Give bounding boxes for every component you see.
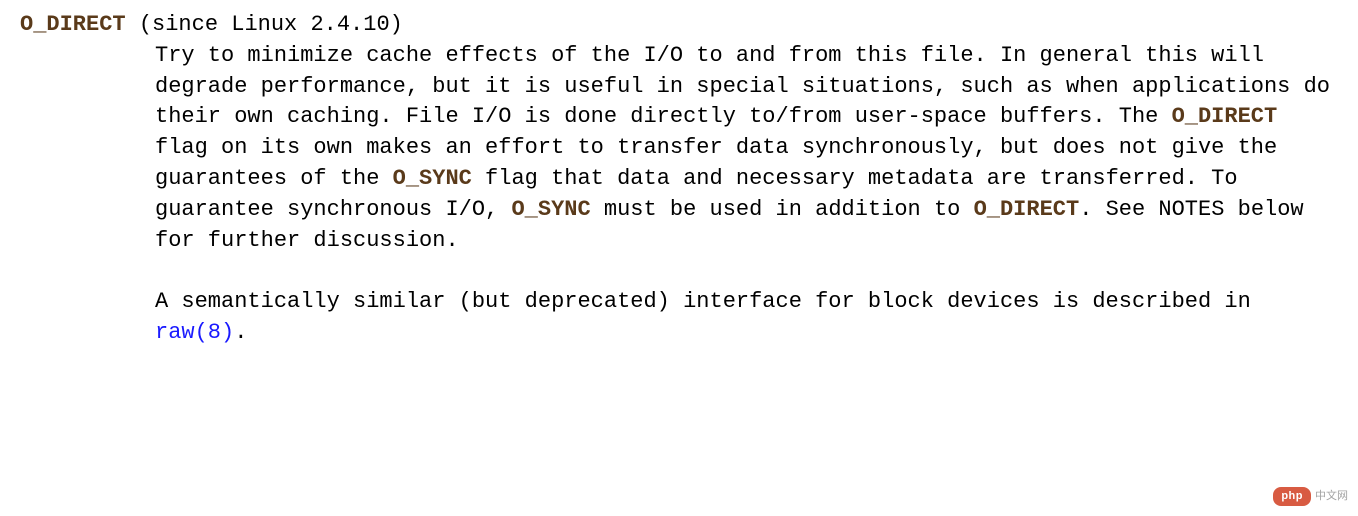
text: Try to minimize cache effects of the I/O… [155,43,1330,130]
watermark-cn: 中文网 [1315,489,1348,504]
inline-flag-o-sync: O_SYNC [393,166,472,191]
text: A semantically similar (but deprecated) … [155,289,1251,314]
paragraph: A semantically similar (but deprecated) … [155,287,1338,349]
text: must be used in addition to [591,197,974,222]
paragraph: Try to minimize cache effects of the I/O… [155,41,1338,257]
watermark-pill: php [1273,487,1311,506]
since-label: (since Linux 2.4.10) [126,12,403,37]
flag-header: O_DIRECT (since Linux 2.4.10) [20,10,1338,41]
text: . [234,320,247,345]
inline-flag-o-sync: O_SYNC [511,197,590,222]
xref-raw-8[interactable]: raw(8) [155,320,234,345]
watermark: php 中文网 [1273,487,1348,506]
flag-description: Try to minimize cache effects of the I/O… [155,41,1338,349]
inline-flag-o-direct: O_DIRECT [974,197,1080,222]
manpage-entry: O_DIRECT (since Linux 2.4.10) Try to min… [20,10,1338,349]
inline-flag-o-direct: O_DIRECT [1172,104,1278,129]
flag-name: O_DIRECT [20,12,126,37]
